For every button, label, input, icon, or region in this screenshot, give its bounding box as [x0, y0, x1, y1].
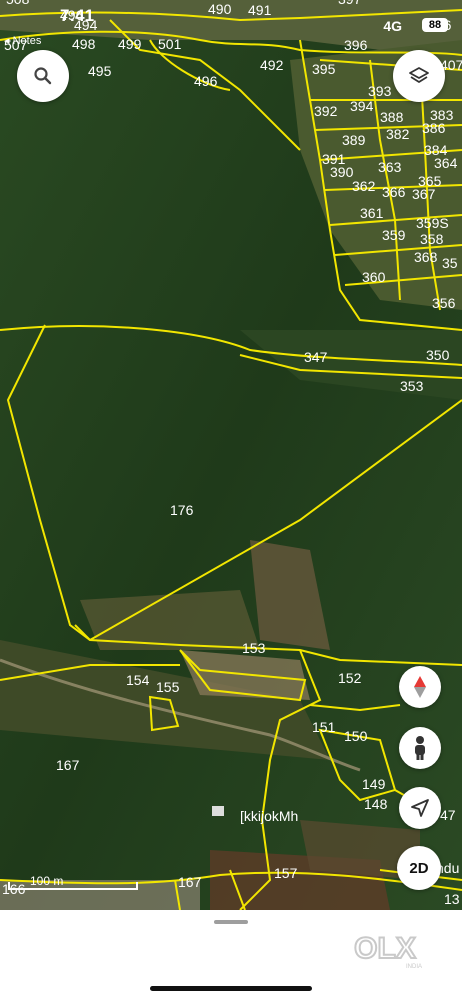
plot-label: 347 [304, 349, 328, 365]
plot-label: 360 [362, 269, 386, 285]
plot-label: 495 [88, 63, 112, 79]
plot-label: 496 [194, 73, 218, 89]
plot-label: 152 [338, 670, 362, 686]
plot-label: 356 [432, 295, 456, 311]
plot-label: 382 [386, 126, 410, 142]
my-location-button[interactable] [399, 787, 441, 829]
status-bar: 7:41 ◂ Notes 4G 88 [0, 0, 462, 47]
plot-label: 150 [344, 728, 368, 744]
pegman-icon [415, 736, 425, 760]
plot-label: 358 [420, 231, 444, 247]
olx-watermark-logo: OLX INDIA [353, 931, 422, 970]
watermark-text: OLX [354, 932, 416, 965]
plot-label: 148 [364, 796, 388, 812]
plot-label: 157 [274, 865, 298, 881]
plot-label: 392 [314, 103, 338, 119]
plot-label: 167 [178, 874, 202, 890]
search-icon [34, 67, 52, 85]
plot-label: 368 [414, 249, 438, 265]
plot-label: 361 [360, 205, 384, 221]
plot-label: 386 [422, 120, 446, 136]
compass-icon [414, 676, 426, 698]
plot-label: 155 [156, 679, 180, 695]
plot-label: 389 [342, 132, 366, 148]
plot-label: 167 [56, 757, 80, 773]
plot-label: 364 [434, 155, 458, 171]
building-icon [212, 806, 224, 816]
plot-label: 492 [260, 57, 284, 73]
navigation-arrow-icon [411, 799, 429, 817]
plot-label: 388 [380, 109, 404, 125]
plot-label: 359S [416, 215, 449, 231]
plot-label: 366 [382, 184, 406, 200]
plot-label: 350 [426, 347, 450, 363]
layers-icon [409, 67, 429, 83]
plot-label: 153 [242, 640, 266, 656]
satellite-map[interactable]: 508 496 490 491 397 406 507 494 498 499 … [0, 0, 462, 1000]
plot-label: 394 [350, 98, 374, 114]
plot-label: 35 [442, 255, 458, 271]
plot-label: 359 [382, 227, 406, 243]
plot-label: 365 [418, 173, 442, 189]
signal-label: 4G [383, 18, 402, 34]
plot-label: 353 [400, 378, 424, 394]
home-indicator [150, 986, 312, 991]
search-button[interactable] [17, 50, 69, 102]
plot-label: 176 [170, 502, 194, 518]
status-time: 7:41 [60, 6, 95, 25]
sheet-drag-handle[interactable] [214, 920, 248, 924]
view-mode-toggle[interactable]: 2D [397, 846, 441, 890]
plot-label: 13 [444, 891, 460, 907]
plot-label: 363 [378, 159, 402, 175]
place-label: [kkijokMh [240, 808, 298, 824]
plot-label: 393 [368, 83, 392, 99]
battery-badge: 88 [422, 18, 448, 32]
layers-button[interactable] [393, 50, 445, 102]
plot-label: 154 [126, 672, 150, 688]
compass-button[interactable] [399, 666, 441, 708]
watermark-subtext: INDIA [406, 964, 422, 970]
street-view-button[interactable] [399, 727, 441, 769]
scale-bar [8, 882, 138, 890]
back-to-app[interactable]: ◂ Notes [4, 34, 41, 47]
plot-label: 390 [330, 164, 354, 180]
plot-label: 47 [440, 807, 456, 823]
plot-label: 149 [362, 776, 386, 792]
plot-label: 362 [352, 178, 376, 194]
plot-label: 151 [312, 719, 336, 735]
plot-label: 395 [312, 61, 336, 77]
map-scale: 100 m [8, 874, 138, 892]
